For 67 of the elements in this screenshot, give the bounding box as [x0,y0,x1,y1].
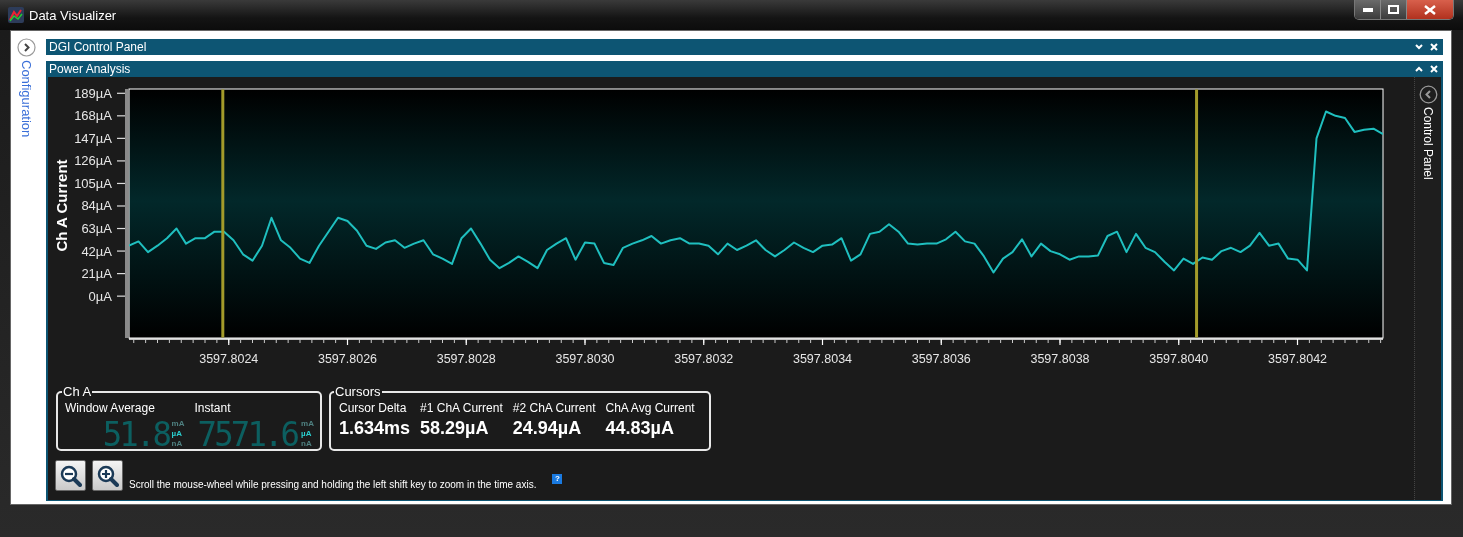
y-tick-label: 105µA [74,175,112,191]
expand-chevron-icon [16,38,36,57]
y-tick-label: 189µA [74,85,112,101]
cursor-stat-value: 44.83µA [605,418,675,439]
segment-display-value: 7571.6 [197,415,298,453]
y-tick-label: 168µA [74,108,112,124]
x-tick-label: 3597.8042 [1267,352,1328,366]
window-title: Data Visualizer [29,8,117,23]
x-tick-label: 3597.8026 [317,352,378,366]
help-icon[interactable]: ? [552,474,563,484]
panel-header[interactable]: Power Analysis [46,61,1443,77]
x-tick-label: 3597.8024 [199,352,259,366]
unit-label: nA [171,439,184,449]
configuration-tab[interactable]: Configuration [18,60,34,138]
cursor-stat-label: ChA Avg Current [605,401,695,415]
unit-label: µA [301,429,313,439]
cursor-stat-value: 1.634ms [339,418,411,439]
close-icon [1430,65,1438,73]
minimize-button[interactable] [1355,0,1381,19]
cursor-stat-value: 58.29µA [420,418,490,439]
x-tick-label: 3597.8040 [1149,352,1209,366]
maximize-button[interactable] [1381,0,1407,19]
y-tick-label: 42µA [81,243,112,259]
app-logo-icon [8,7,24,23]
x-tick-label: 3597.8034 [792,352,853,366]
unit-label: mA [301,419,314,429]
zoom-in-button[interactable] [92,460,123,491]
zoom-out-icon [59,464,82,487]
cursor-stat-label: #1 ChA Current [420,401,503,415]
unit-label: µA [171,429,183,439]
close-button[interactable] [1407,0,1453,19]
cursor-stat-label: #2 ChA Current [512,401,596,415]
segment-display-value: 51.8 [102,415,169,453]
maximize-icon [1388,5,1399,14]
cursor-stat-value: 24.94µA [512,418,583,439]
readout-label: Window Average [65,401,156,415]
y-tick-label: 21µA [81,266,112,282]
collapse-chevron-icon [1418,85,1438,104]
cursor-line[interactable] [221,89,225,338]
unit-label: mA [171,419,185,429]
x-tick-label: 3597.8028 [436,352,496,366]
unit-label: nA [301,439,313,449]
y-tick-label: 126µA [74,153,112,169]
control-panel-tab[interactable]: Control Panel [1421,107,1435,180]
zoom-out-button[interactable] [55,460,86,491]
cursor-stat-label: Cursor Delta [339,401,408,415]
cursor-line[interactable] [1195,89,1199,338]
zoom-in-icon [96,464,119,487]
readout-label: Instant [194,401,232,415]
zoom-hint-text: Scroll the mouse-wheel while pressing and holding the left shift key to zoom in the time axis. [129,479,537,490]
minimize-icon [1362,7,1373,12]
group-title: Ch A [62,384,93,399]
close-icon [1424,4,1436,15]
y-axis-title: Ch A Current [53,159,70,252]
close-icon [1430,43,1438,51]
y-tick-label: 63µA [81,221,112,237]
y-tick-label: 0µA [88,288,112,304]
panel-title: Power Analysis [49,62,132,76]
x-tick-label: 3597.8036 [911,352,971,366]
panel-header[interactable]: DGI Control Panel [46,39,1443,55]
panel-title: DGI Control Panel [49,40,148,54]
x-tick-label: 3597.8030 [555,352,615,366]
y-tick-label: 147µA [74,130,112,146]
x-tick-label: 3597.8038 [1030,352,1090,366]
x-tick-label: 3597.8032 [674,352,734,366]
y-tick-label: 84µA [81,198,112,214]
group-title: Cursors [334,384,382,399]
